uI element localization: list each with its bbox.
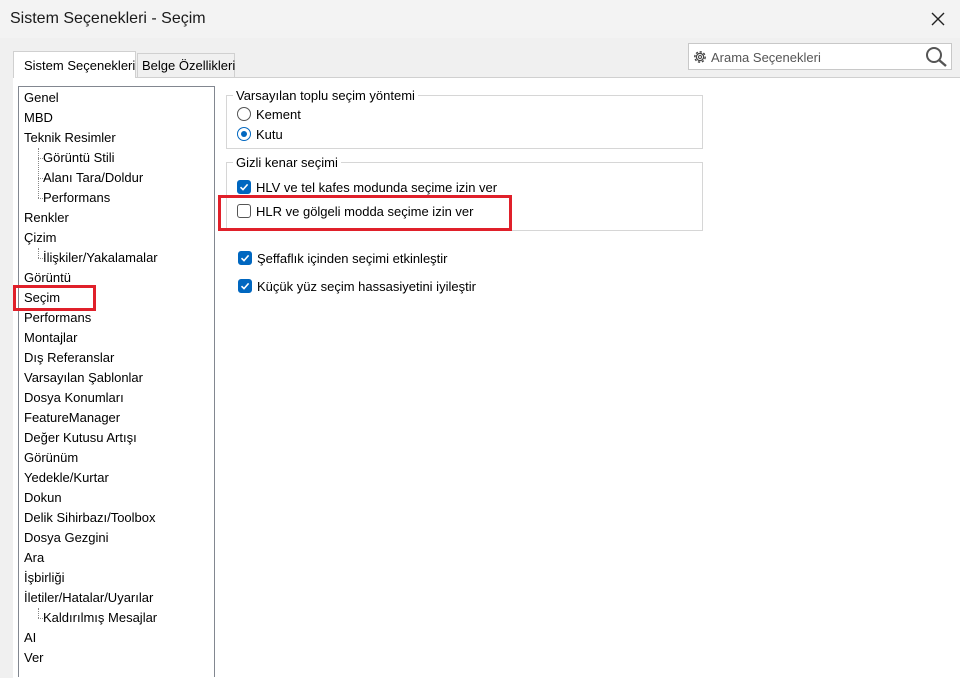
- tree-item-dosya-gezgini[interactable]: Dosya Gezgini: [24, 528, 109, 548]
- tree-item-deger-kutusu-artisi[interactable]: Değer Kutusu Artışı: [24, 428, 137, 448]
- tree-item-yedekle-kurtar[interactable]: Yedekle/Kurtar: [24, 468, 109, 488]
- tab-system-options[interactable]: Sistem Seçenekleri: [13, 51, 136, 78]
- tree-item-dosya-konumlari[interactable]: Dosya Konumları: [24, 388, 124, 408]
- tree-item-delik-sihirbazi[interactable]: Delik Sihirbazı/Toolbox: [24, 508, 156, 528]
- check-icon: [240, 254, 250, 262]
- close-button[interactable]: [924, 6, 952, 32]
- tree-item-genel[interactable]: Genel: [24, 88, 59, 108]
- tree-item-ver[interactable]: Ver: [24, 648, 44, 668]
- tree-item-featuremanager[interactable]: FeatureManager: [24, 408, 120, 428]
- tree-connector: [38, 248, 39, 258]
- tree-item-iliskiler-yakalamalar[interactable]: İlişkiler/Yakalamalar: [43, 248, 158, 268]
- window-title: Sistem Seçenekleri - Seçim: [10, 10, 206, 27]
- radio-label-kutu: Kutu: [256, 127, 283, 142]
- group-title-hidden-edges: Gizli kenar seçimi: [233, 155, 341, 170]
- check-icon: [240, 282, 250, 290]
- tree-item-ara[interactable]: Ara: [24, 548, 44, 568]
- tree-item-alani-tara-doldur[interactable]: Alanı Tara/Doldur: [43, 168, 143, 188]
- tree-item-dis-referanslar[interactable]: Dış Referanslar: [24, 348, 114, 368]
- gear-icon: [694, 51, 706, 63]
- tree-item-ai[interactable]: AI: [24, 628, 36, 648]
- tree-item-isbirligi[interactable]: İşbirliği: [24, 568, 64, 588]
- highlight-box-tree-secim: [13, 285, 96, 311]
- radio-circle[interactable]: [237, 107, 251, 121]
- tree-item-dokun[interactable]: Dokun: [24, 488, 62, 508]
- checkbox-checked[interactable]: [238, 279, 252, 293]
- tree-item-gorunum[interactable]: Görünüm: [24, 448, 78, 468]
- tree-item-renkler[interactable]: Renkler: [24, 208, 69, 228]
- tree-item-goruntu-stili[interactable]: Görüntü Stili: [43, 148, 115, 168]
- search-box[interactable]: Arama Seçenekleri: [688, 43, 952, 70]
- tree-item-performans[interactable]: Performans: [24, 308, 91, 328]
- search-icon: [926, 47, 947, 67]
- title-bar: Sistem Seçenekleri - Seçim: [0, 0, 960, 38]
- tree-connector: [38, 148, 39, 198]
- check-icon: [239, 183, 249, 191]
- tree-item-kaldirilmis-mesajlar[interactable]: Kaldırılmış Mesajlar: [43, 608, 157, 628]
- radio-label-kement: Kement: [256, 107, 301, 122]
- group-default-selection-method: Varsayılan toplu seçim yöntemi Kement Ku…: [226, 88, 703, 149]
- tree-item-cizim[interactable]: Çizim: [24, 228, 57, 248]
- tree-item-teknik-resimler[interactable]: Teknik Resimler: [24, 128, 116, 148]
- checkbox-label-transparency: Şeffaflık içinden seçimi etkinleştir: [257, 251, 448, 266]
- search-input[interactable]: Arama Seçenekleri: [711, 50, 821, 65]
- tab-document-properties[interactable]: Belge Özellikleri: [137, 53, 235, 77]
- options-tree: Genel MBD Teknik Resimler Görüntü Stili …: [18, 86, 215, 677]
- tree-connector: [38, 608, 39, 618]
- checkbox-checked[interactable]: [238, 251, 252, 265]
- group-title-selection-method: Varsayılan toplu seçim yöntemi: [233, 88, 418, 103]
- close-icon: [931, 12, 945, 26]
- checkbox-label-small-face: Küçük yüz seçim hassasiyetini iyileştir: [257, 279, 476, 294]
- radio-circle-selected[interactable]: [237, 127, 251, 141]
- tree-item-performans-drawings[interactable]: Performans: [43, 188, 110, 208]
- tree-item-montajlar[interactable]: Montajlar: [24, 328, 77, 348]
- highlight-box-hlr-option: [218, 195, 512, 231]
- checkbox-checked[interactable]: [237, 180, 251, 194]
- tree-item-varsayilan-sablonlar[interactable]: Varsayılan Şablonlar: [24, 368, 143, 388]
- tree-item-iletiler-hatalar-uyarilar[interactable]: İletiler/Hatalar/Uyarılar: [24, 588, 153, 608]
- tree-item-mbd[interactable]: MBD: [24, 108, 53, 128]
